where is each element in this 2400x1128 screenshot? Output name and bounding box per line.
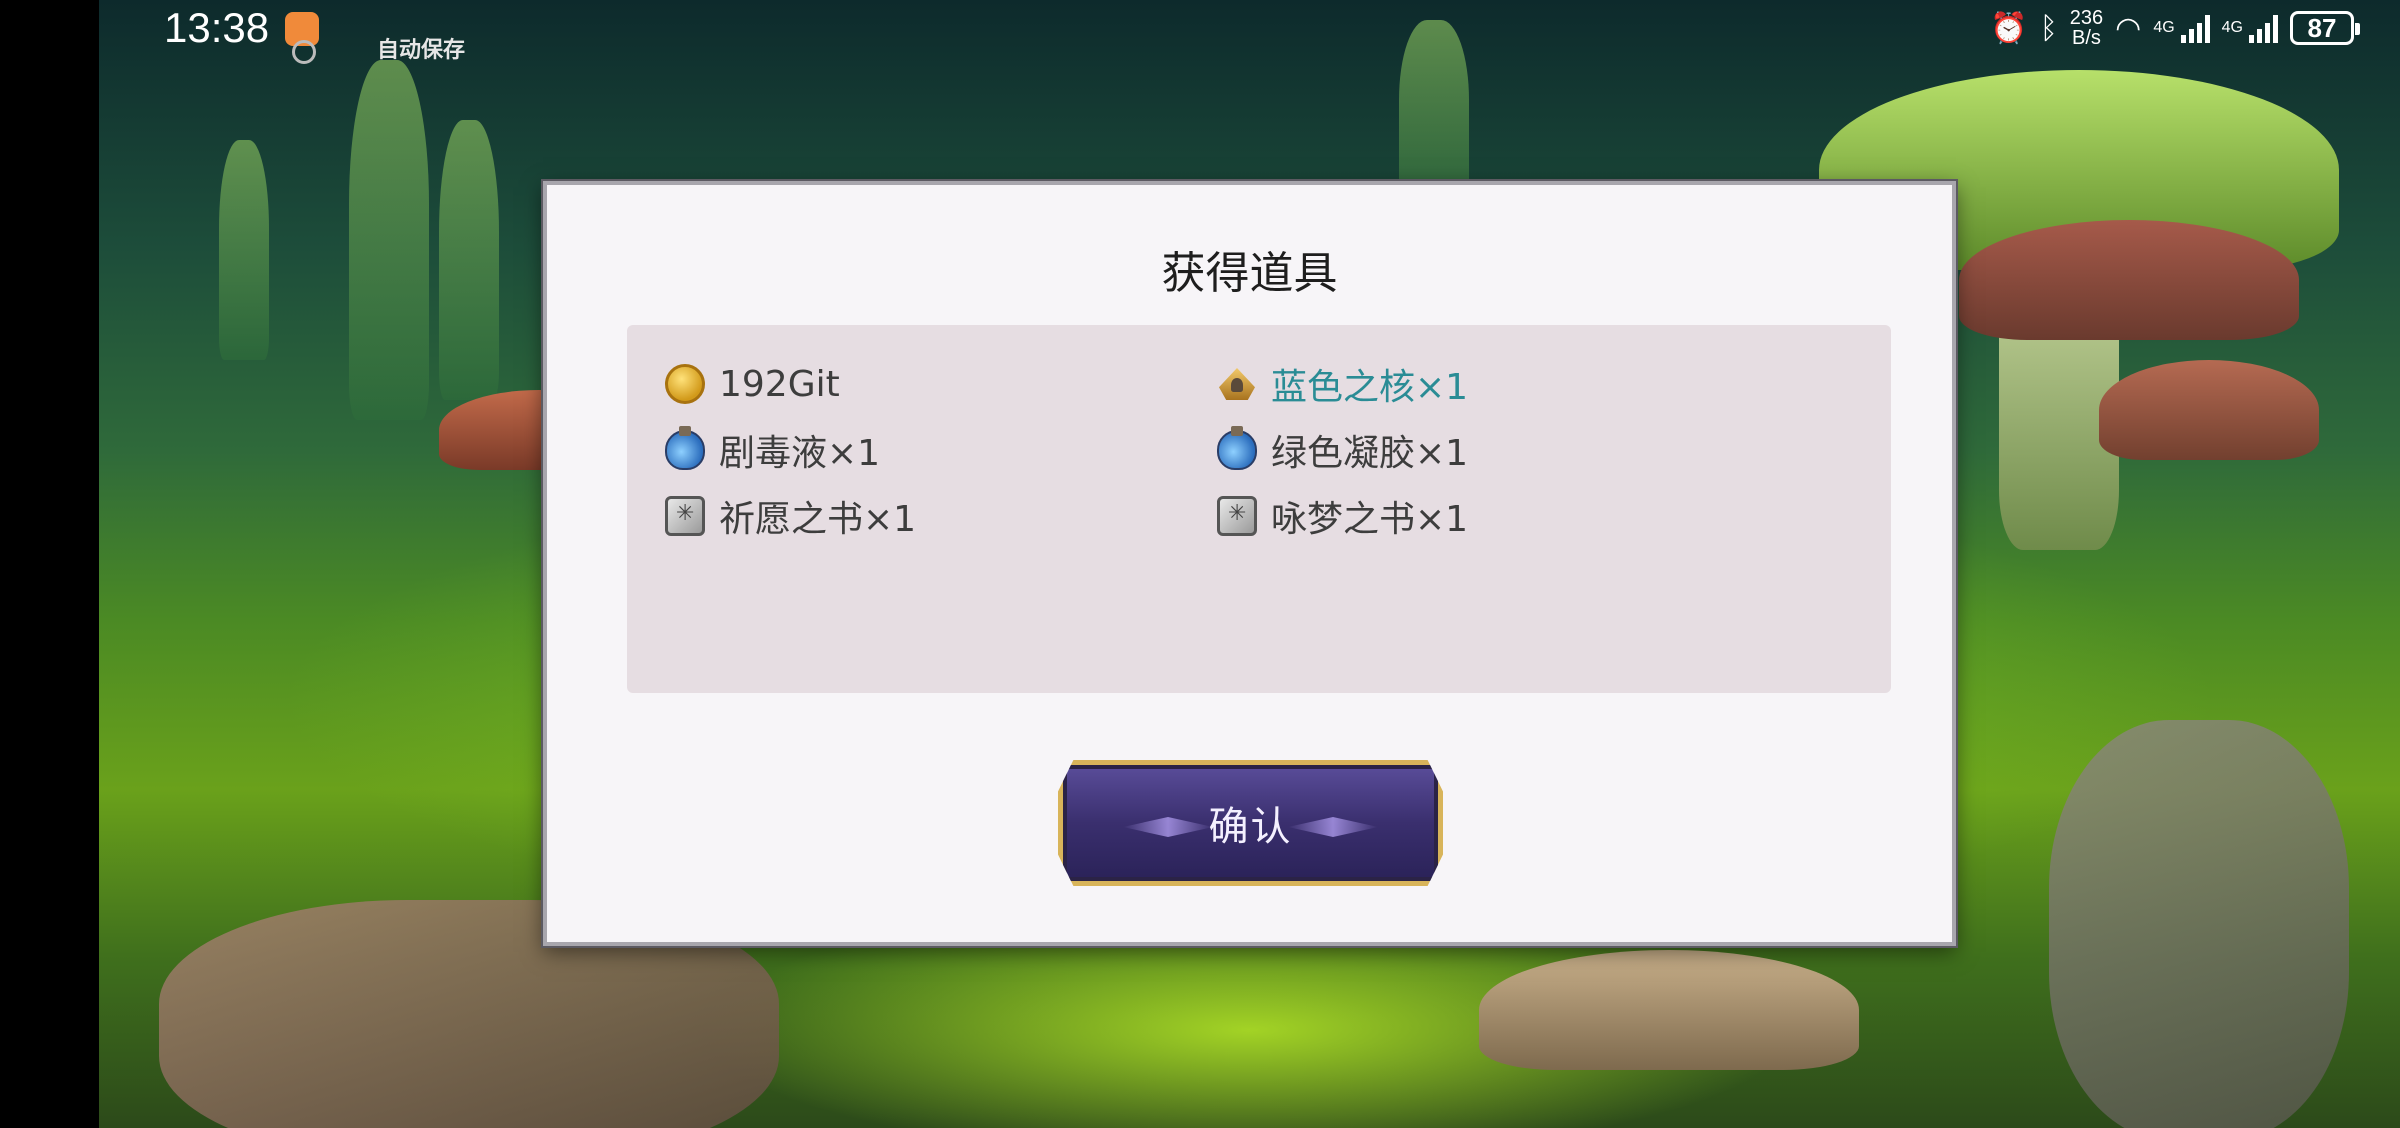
button-ornament-right	[1288, 817, 1378, 837]
net-speed-unit: B/s	[2071, 27, 2101, 49]
item-label: 蓝色之核×1	[1271, 367, 1469, 408]
item-list-panel: 192Git 蓝色之核×1 剧毒液×1 绿色凝胶×1 祈愿之书×1 咏梦之书×1	[627, 325, 1891, 693]
gold-coin-icon	[665, 364, 705, 404]
crystal-spike	[219, 140, 269, 360]
foreground-mushroom-cap	[1479, 950, 1859, 1070]
dialog-title: 获得道具	[1161, 248, 1338, 299]
status-time: 13:38	[164, 4, 270, 51]
button-ornament-left	[1123, 817, 1213, 837]
reward-item-poison: 剧毒液×1	[665, 425, 880, 475]
reward-dialog: 获得道具 192Git 蓝色之核×1 剧毒液×1 绿色凝胶×1 祈愿之书×1 咏…	[543, 181, 1956, 946]
item-label: 祈愿之书×1	[719, 499, 917, 540]
network-type-1: 4G	[2153, 19, 2175, 36]
red-mushroom-cap	[1959, 220, 2299, 340]
net-speed: 236 B/s	[2070, 8, 2103, 48]
book-icon	[665, 496, 705, 536]
reward-item-dream-book: 咏梦之书×1	[1217, 491, 1468, 541]
confirm-button-label: 确认	[1208, 804, 1293, 850]
reward-item-green-gel: 绿色凝胶×1	[1217, 425, 1468, 475]
wifi-icon: ◠	[2115, 10, 2142, 46]
signal-bars-2-icon	[2249, 13, 2278, 43]
item-label: 192Git	[719, 363, 840, 405]
book-icon	[1217, 496, 1257, 536]
red-mushroom-cap	[2099, 360, 2319, 460]
potion-icon	[1217, 426, 1257, 470]
confirm-button[interactable]: 确认	[1058, 760, 1443, 886]
battery-icon: 87	[2290, 11, 2360, 45]
net-speed-value: 236	[2069, 7, 2104, 29]
crystal-spike	[439, 120, 499, 400]
item-label: 咏梦之书×1	[1271, 499, 1469, 540]
status-bar: 13:38 自动保存 ⏰ ᛒ 236 B/s ◠ 4G 4G 87	[0, 0, 2400, 64]
bluetooth-icon: ᛒ	[2039, 10, 2058, 46]
item-label: 剧毒液×1	[719, 433, 881, 474]
potion-icon	[665, 426, 705, 470]
blue-core-icon	[1217, 364, 1257, 404]
reward-item-wish-book: 祈愿之书×1	[665, 491, 916, 541]
hotspot-icon	[292, 40, 316, 64]
system-icons: ⏰ ᛒ 236 B/s ◠ 4G 4G 87	[1990, 8, 2360, 48]
alarm-icon: ⏰	[1990, 10, 2028, 46]
network-type-2: 4G	[2221, 19, 2243, 36]
reward-item-git: 192Git	[665, 359, 840, 409]
crystal-spike	[349, 60, 429, 420]
item-label: 绿色凝胶×1	[1271, 433, 1469, 474]
reward-item-blue-core: 蓝色之核×1	[1217, 359, 1468, 409]
autosave-label: 自动保存	[377, 38, 466, 63]
left-black-bar	[0, 0, 99, 1128]
signal-bars-1-icon	[2180, 13, 2210, 43]
rock	[2049, 720, 2349, 1128]
